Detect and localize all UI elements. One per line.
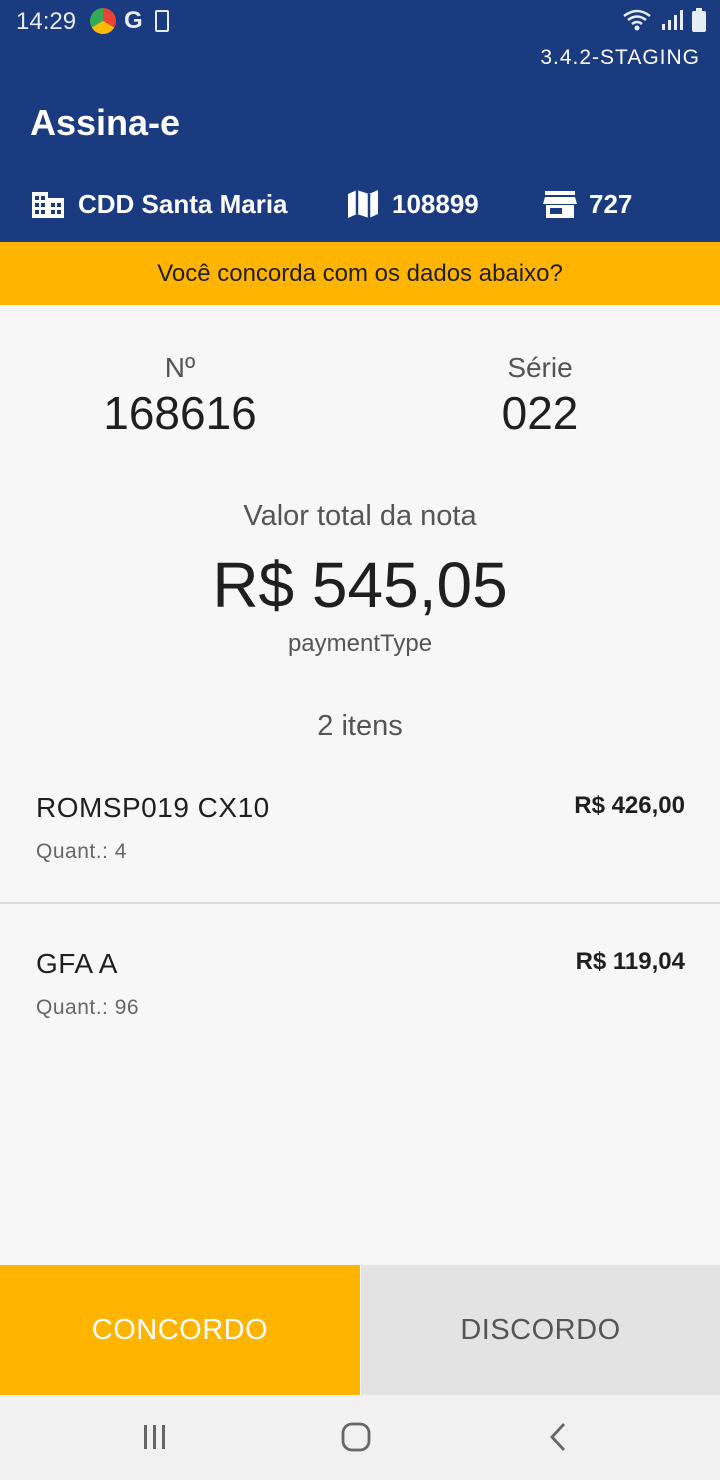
home-button[interactable] [326, 1417, 386, 1457]
item-quantity: Quant.: 96 [36, 996, 140, 1019]
info-route: 108899 [346, 188, 543, 220]
item-divider [0, 902, 720, 904]
invoice-series-block: Série 022 [420, 352, 660, 440]
wifi-icon [623, 9, 651, 31]
status-time: 14:29 [16, 8, 77, 35]
info-distribution-center: CDD Santa Maria [30, 188, 346, 220]
disagree-button[interactable]: DISCORDO [361, 1265, 720, 1395]
recent-apps-button[interactable] [125, 1417, 185, 1457]
building-icon [32, 192, 64, 218]
invoice-number-label: Nº [164, 352, 196, 383]
total-label: Valor total da nota [243, 500, 477, 532]
item-name: GFA A [36, 948, 118, 979]
signal-icon [662, 10, 683, 30]
item-price: R$ 426,00 [574, 792, 685, 819]
payment-type: paymentType [287, 630, 433, 657]
map-icon [348, 190, 378, 218]
route-number: 108899 [392, 188, 479, 219]
home-icon [341, 1422, 371, 1452]
total-value: R$ 545,05 [212, 549, 508, 621]
app-title: Assina-e [30, 102, 181, 143]
status-bar: 14:29 G [0, 0, 720, 44]
app-version: 3.4.2-STAGING [540, 46, 700, 69]
battery-saver-icon [154, 10, 169, 32]
invoice-series-label: Série [507, 352, 573, 383]
invoice-series: 022 [501, 387, 579, 439]
info-store: 727 [543, 189, 632, 220]
item-quantity: Quant.: 4 [36, 840, 127, 863]
google-icon: G [124, 7, 143, 34]
store-icon [543, 191, 577, 218]
battery-icon [692, 8, 706, 32]
confirmation-banner: Você concorda com os dados abaixo? [0, 242, 720, 305]
status-system-icons [622, 8, 706, 32]
status-notification-icons: G [90, 8, 169, 34]
agree-button[interactable]: CONCORDO [0, 1265, 360, 1395]
item-price: R$ 119,04 [575, 948, 685, 975]
list-item: ROMSP019 CX10 Quant.: 4 R$ 426,00 [0, 770, 720, 910]
list-item: GFA A Quant.: 96 R$ 119,04 [0, 926, 720, 1066]
invoice-number: 168616 [103, 387, 257, 439]
invoice-number-block: Nº 168616 [60, 352, 300, 440]
app-header: 14:29 G 3.4.2-STAGING Assina-e CDD Santa… [0, 0, 720, 242]
back-icon [550, 1423, 566, 1451]
info-row: CDD Santa Maria 108899 727 [30, 184, 632, 224]
chrome-icon [90, 8, 116, 34]
recent-apps-icon [144, 1425, 165, 1449]
store-number: 727 [589, 188, 633, 219]
back-button[interactable] [528, 1417, 588, 1457]
item-name: ROMSP019 CX10 [36, 792, 270, 823]
distribution-center-name: CDD Santa Maria [78, 188, 288, 219]
items-count: 2 itens [317, 710, 403, 742]
system-nav-bar [0, 1395, 720, 1480]
